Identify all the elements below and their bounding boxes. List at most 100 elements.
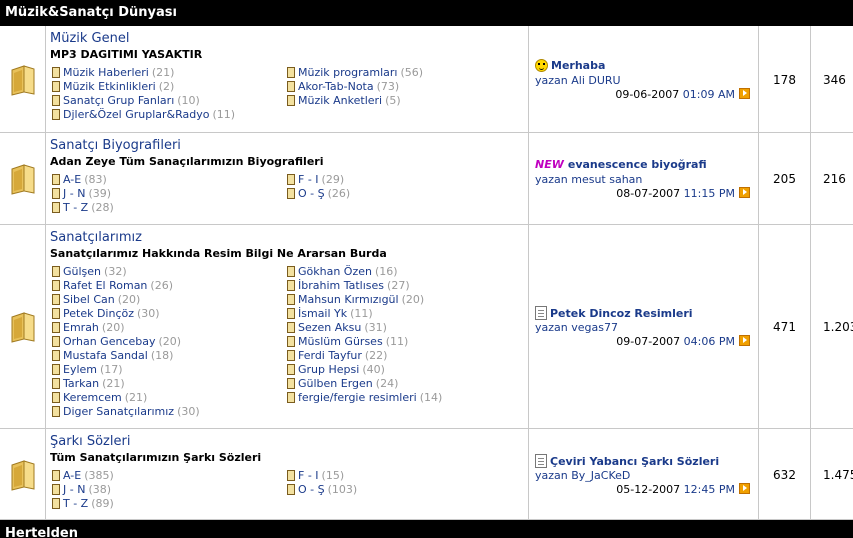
last-post-title-link[interactable]: Petek Dincoz Resimleri (535, 306, 693, 320)
subforum-name: Sanatçı Grup Fanları (63, 94, 175, 107)
document-icon (535, 306, 547, 320)
subforum-link[interactable]: Gülşen (32) (52, 265, 127, 279)
forum-main-cell: Şarkı Sözleri Tüm Sanatçılarımızın Şarkı … (46, 429, 529, 519)
subforum-link[interactable]: Rafet El Roman (26) (52, 279, 173, 293)
subforum-name: T - Z (63, 497, 89, 510)
last-post-datetime: 09-07-2007 04:06 PM (616, 335, 750, 348)
subforum-link[interactable]: T - Z (89) (52, 497, 114, 511)
last-post-author[interactable]: yazan vegas77 (535, 321, 618, 334)
subforum-count: (11) (212, 108, 236, 121)
subforum-link[interactable]: A-E (385) (52, 469, 114, 483)
subforum-icon (287, 350, 295, 361)
document-icon (535, 454, 547, 468)
subforum-link[interactable]: Müzik Anketleri (5) (287, 94, 401, 108)
go-to-last-post-icon[interactable] (739, 88, 750, 99)
forum-description: Sanatçılarımız Hakkında Resim Bilgi Ne A… (50, 247, 387, 260)
posts-count: 1.203 (823, 320, 853, 334)
next-category-title[interactable]: Hertelden (5, 526, 78, 538)
go-to-last-post-icon[interactable] (739, 483, 750, 494)
posts-count-cell: 346 (811, 26, 853, 132)
subforum-icon (52, 109, 60, 120)
category-title[interactable]: Müzik&Sanatçı Dünyası (5, 5, 177, 20)
subforum-link[interactable]: A-E (83) (52, 173, 107, 187)
subforum-count: (22) (364, 349, 388, 362)
subforum-link[interactable]: Gökhan Özen (16) (287, 265, 398, 279)
forum-title-link[interactable]: Müzik Genel (50, 31, 129, 46)
subforum-link[interactable]: Müzik Haberleri (21) (52, 66, 174, 80)
subforum-name: Orhan Gencebay (63, 335, 156, 348)
subforum-count: (26) (327, 187, 351, 200)
subforum-name: Müzik programları (298, 66, 398, 79)
subforum-link[interactable]: Mahsun Kırmızıgül (20) (287, 293, 424, 307)
subforum-link[interactable]: Keremcem (21) (52, 391, 147, 405)
last-post-title-link[interactable]: Çeviri Yabancı Şarkı Sözleri (535, 454, 719, 468)
subforum-link[interactable]: fergie/fergie resimleri (14) (287, 391, 442, 405)
next-category-header: Hertelden (0, 520, 853, 538)
subforum-link[interactable]: T - Z (28) (52, 201, 114, 215)
subforum-link[interactable]: Müzik programları (56) (287, 66, 423, 80)
subforum-link[interactable]: Eylem (17) (52, 363, 123, 377)
subforum-link[interactable]: Müzik Etkinlikleri (2) (52, 80, 174, 94)
subforum-link[interactable]: Petek Dinçöz (30) (52, 307, 160, 321)
subforum-name: Emrah (63, 321, 99, 334)
subforum-link[interactable]: J - N (38) (52, 483, 111, 497)
subforum-link[interactable]: Gülben Ergen (24) (287, 377, 398, 391)
subforum-name: Müzik Anketleri (298, 94, 383, 107)
last-post-title-link[interactable]: Merhaba (535, 59, 605, 72)
subforum-link[interactable]: F - I (29) (287, 173, 344, 187)
subforum-link[interactable]: Djler&Özel Gruplar&Radyo (11) (52, 108, 235, 122)
subforum-link[interactable]: Mustafa Sandal (18) (52, 349, 173, 363)
subforum-icon (287, 484, 295, 495)
posts-count: 216 (823, 172, 846, 186)
last-post-author[interactable]: yazan Ali DURU (535, 74, 621, 87)
subforum-link[interactable]: Diger Sanatçılarımız (30) (52, 405, 200, 419)
subforum-link[interactable]: Grup Hepsi (40) (287, 363, 385, 377)
last-post-title-link[interactable]: NEW evanescence biyoğrafi (535, 158, 707, 171)
topics-count-cell: 471 (759, 225, 811, 428)
last-post-datetime: 05-12-2007 12:45 PM (616, 483, 750, 496)
subforum-count: (103) (327, 483, 358, 496)
subforum-count: (39) (88, 187, 112, 200)
forum-title-link[interactable]: Şarkı Sözleri (50, 434, 130, 449)
subforum-link[interactable]: Tarkan (21) (52, 377, 125, 391)
folder-icon (8, 459, 38, 491)
subforum-name: Mustafa Sandal (63, 349, 148, 362)
subforum-name: Sezen Aksu (298, 321, 362, 334)
subforum-link[interactable]: İsmail Yk (11) (287, 307, 373, 321)
subforum-link[interactable]: Sezen Aksu (31) (287, 321, 387, 335)
subforum-icon (52, 280, 60, 291)
subforum-link[interactable]: Ferdi Tayfur (22) (287, 349, 387, 363)
subforum-name: O - Ş (298, 483, 325, 496)
subforum-link[interactable]: Emrah (20) (52, 321, 125, 335)
subforum-link[interactable]: O - Ş (103) (287, 483, 357, 497)
subforum-link[interactable]: Orhan Gencebay (20) (52, 335, 181, 349)
last-post-time: 01:09 AM (682, 88, 735, 101)
subforum-count: (15) (321, 469, 345, 482)
forum-row: Şarkı Sözleri Tüm Sanatçılarımızın Şarkı … (0, 429, 853, 520)
last-post-author[interactable]: yazan mesut sahan (535, 173, 642, 186)
subforum-link[interactable]: Akor-Tab-Nota (73) (287, 80, 399, 94)
subforum-name: A-E (63, 173, 82, 186)
subforum-count: (56) (400, 66, 424, 79)
subforum-count: (20) (158, 335, 182, 348)
forum-row: Sanatçılarımız Sanatçılarımız Hakkında Re… (0, 225, 853, 429)
go-to-last-post-icon[interactable] (739, 335, 750, 346)
subforum-name: Grup Hepsi (298, 363, 360, 376)
subforum-count: (18) (150, 349, 174, 362)
subforum-link[interactable]: O - Ş (26) (287, 187, 350, 201)
forum-icon-cell (0, 225, 46, 428)
subforum-count: (20) (101, 321, 125, 334)
subforum-link[interactable]: Müslüm Gürses (11) (287, 335, 408, 349)
subforum-link[interactable]: J - N (39) (52, 187, 111, 201)
go-to-last-post-icon[interactable] (739, 187, 750, 198)
subforum-link[interactable]: Sibel Can (20) (52, 293, 140, 307)
last-post-author[interactable]: yazan By_JaCKeD (535, 469, 630, 482)
forum-title-link[interactable]: Sanatçı Biyografileri (50, 138, 181, 153)
subforum-name: İsmail Yk (298, 307, 348, 320)
subforum-icon (287, 322, 295, 333)
subforum-link[interactable]: İbrahim Tatlıses (27) (287, 279, 410, 293)
last-post-title: Petek Dincoz Resimleri (550, 307, 693, 320)
forum-title-link[interactable]: Sanatçılarımız (50, 230, 142, 245)
subforum-link[interactable]: F - I (15) (287, 469, 344, 483)
subforum-link[interactable]: Sanatçı Grup Fanları (10) (52, 94, 200, 108)
